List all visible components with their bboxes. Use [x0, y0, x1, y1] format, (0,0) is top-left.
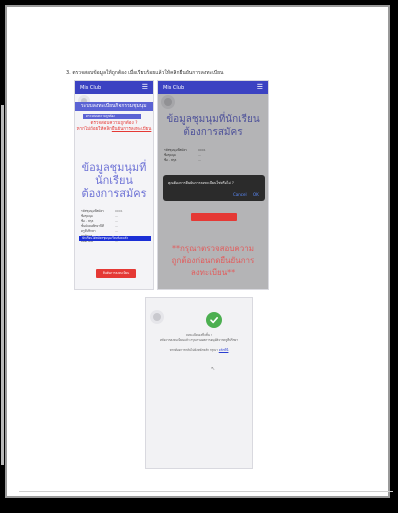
- confirm-dialog: คุณต้องการยืนยันการลงทะเบียนใช่หรือไม่ ?…: [163, 175, 265, 201]
- screenshot-registration-form: Mis Club ☰ ระบบลงทะเบียนกิจกรรมชุมนุม ตร…: [74, 80, 154, 290]
- document-page: 3. ตรวจสอบข้อมูลให้ถูกต้อง เมื่อเรียบร้อ…: [5, 5, 393, 498]
- check-prompt: ตรวจสอบความถูกต้อง ? หากไม่ถ้อยให้คลิกยื…: [75, 121, 153, 133]
- confirm-link[interactable]: ยืนยันการลงทะเบียน: [112, 127, 152, 132]
- ok-button[interactable]: OK: [253, 192, 259, 197]
- return-home-label: หากต้องการกลับไปยังหน้าหลัก กรุณา: [169, 348, 218, 352]
- menu-icon[interactable]: ☰: [257, 84, 263, 91]
- app-topbar: Mis Club ☰: [158, 81, 268, 94]
- menu-icon[interactable]: ☰: [142, 84, 148, 91]
- return-home-text: หากต้องการกลับไปยังหน้าหลัก กรุณา คลิกที…: [146, 348, 252, 353]
- check-line-2: หากไม่ถ้อยให้คลิกยืนยันการลงทะเบียน: [75, 127, 153, 133]
- success-message: หลังจากลงทะเบียนแล้ว กรุณารอผลการอนุมัติ…: [159, 338, 239, 342]
- dialog-message: คุณต้องการยืนยันการลงทะเบียนใช่หรือไม่ ?: [168, 181, 234, 185]
- form-title-line-1: ข้อมูลชุมนุมที่นักเรียน: [81, 161, 147, 187]
- info-row-value: —: [115, 219, 118, 223]
- checkmark-icon: [210, 317, 218, 324]
- step-caption: 3. ตรวจสอบข้อมูลให้ถูกต้อง เมื่อเรียบร้อ…: [66, 70, 224, 76]
- info-row-value: —: [115, 224, 118, 228]
- form-title: ข้อมูลชุมนุมที่นักเรียน ต้องการสมัคร: [75, 161, 153, 200]
- sub-banner: ตรวจสอบความถูกต้อง: [83, 114, 141, 119]
- cursor-icon: ↖: [211, 366, 216, 372]
- page-edge: [1, 105, 4, 465]
- screenshot-success: ลงทะเบียนเสร็จสิ้น ! หลังจากลงทะเบียนแล้…: [145, 297, 253, 469]
- check-circle-icon: [206, 312, 222, 328]
- warning-line-1: **กรุณาตรวจสอบความ: [171, 244, 255, 253]
- warning-line-2: ถูกต้องก่อนกดยืนยันการ: [171, 256, 255, 265]
- confirm-registration-button[interactable]: ยืนยันการลงทะเบียน: [96, 269, 136, 278]
- avatar: [150, 310, 164, 324]
- warning-line-3: ลงทะเบียน**: [190, 268, 236, 277]
- confirm-registration-button[interactable]: [191, 213, 237, 221]
- screenshot-confirm-dialog: Mis Club ☰ ข้อมูลชุมนุมที่นักเรียน ต้องก…: [157, 80, 269, 290]
- success-highlight: นักเรียนได้สมัครชุมนุมเรียบร้อยแล้ว: [79, 236, 151, 241]
- form-title-line-2: ต้องการสมัคร: [81, 187, 147, 200]
- return-home-link[interactable]: คลิกที่นี่: [219, 348, 229, 352]
- banner: ระบบลงทะเบียนกิจกรรมชุมนุม: [75, 102, 153, 111]
- app-topbar: Mis Club ☰: [75, 81, 153, 94]
- divider: [19, 491, 393, 492]
- cancel-button[interactable]: Cancel: [233, 192, 247, 197]
- warning-text: **กรุณาตรวจสอบความ ถูกต้องก่อนกดยืนยันกา…: [158, 243, 268, 279]
- info-row-value: —: [115, 229, 118, 233]
- info-row-value: 0001: [115, 209, 123, 213]
- app-name: Mis Club: [80, 84, 102, 91]
- check-line-2-text: หากไม่ถ้อยให้คลิก: [76, 127, 112, 132]
- info-row-value: —: [115, 214, 118, 218]
- app-name: Mis Club: [163, 84, 185, 91]
